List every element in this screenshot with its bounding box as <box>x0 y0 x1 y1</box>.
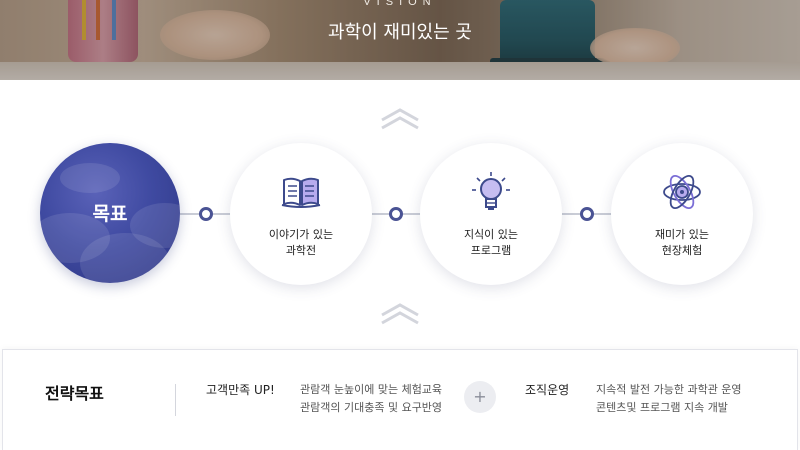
open-book-icon <box>280 171 322 213</box>
strategy-title: 전략목표 <box>45 384 104 403</box>
strategy-item-head: 고객만족 UP! <box>206 383 275 397</box>
feature-circle-fun: 재미가 있는 현장체험 <box>611 143 753 285</box>
connector-node <box>389 207 403 221</box>
hero-banner: VISION 과학이 재미있는 곳 <box>0 0 800 80</box>
strategy-item-desc: 지속적 발전 가능한 과학관 운영 콘텐츠및 프로그램 지속 개발 <box>596 381 742 417</box>
feature-label-line1: 지식이 있는 <box>463 228 519 241</box>
strategy-panel: 전략목표 고객만족 UP! 관람객 눈높이에 맞는 체험교육 관람객의 기대충족… <box>2 349 798 450</box>
connector-node <box>580 207 594 221</box>
lightbulb-icon <box>470 171 512 213</box>
feature-circle-story: 이야기가 있는 과학전 <box>230 143 372 285</box>
feature-circle-knowledge: 지식이 있는 프로그램 <box>420 143 562 285</box>
feature-label-line1: 이야기가 있는 <box>268 228 334 241</box>
hero-title: 과학이 재미있는 곳 <box>328 22 472 43</box>
strategy-desc-line: 지속적 발전 가능한 과학관 운영 <box>596 383 742 396</box>
chevron-up-icon <box>380 108 420 130</box>
strategy-desc-line: 관람객 눈높이에 맞는 체험교육 <box>300 383 443 396</box>
goal-label: 목표 <box>92 203 128 225</box>
goal-circle: 목표 <box>40 143 180 283</box>
strategy-item-head: 조직운영 <box>525 383 570 397</box>
strategy-item-desc: 관람객 눈높이에 맞는 체험교육 관람객의 기대충족 및 요구반영 <box>300 381 442 417</box>
hero-tag: VISION <box>363 0 437 8</box>
feature-label-line2: 현장체험 <box>661 244 703 257</box>
strategy-desc-line: 콘텐츠및 프로그램 지속 개발 <box>596 401 728 414</box>
chevron-up-icon <box>380 303 420 325</box>
divider <box>175 384 176 416</box>
feature-label-line2: 프로그램 <box>470 244 512 257</box>
plus-icon: + <box>464 381 496 413</box>
atom-icon <box>661 171 703 213</box>
feature-label-line2: 과학전 <box>285 244 317 257</box>
strategy-desc-line: 관람객의 기대충족 및 요구반영 <box>300 401 443 414</box>
connector-node <box>199 207 213 221</box>
feature-label-line1: 재미가 있는 <box>654 228 710 241</box>
